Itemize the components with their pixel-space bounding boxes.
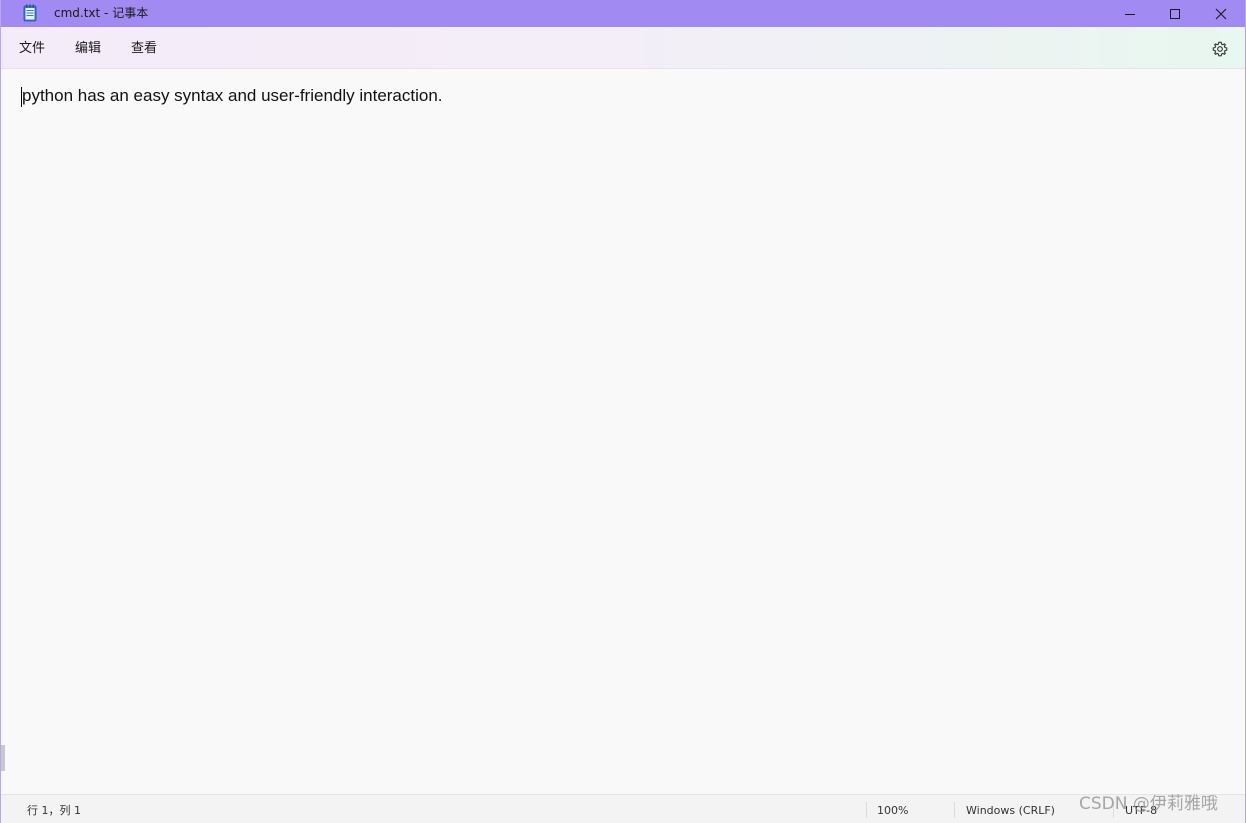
- status-divider: [954, 802, 955, 818]
- editor-content[interactable]: python has an easy syntax and user-frien…: [22, 86, 443, 106]
- status-line-ending[interactable]: Windows (CRLF): [966, 804, 1055, 818]
- text-editor[interactable]: python has an easy syntax and user-frien…: [1, 69, 1245, 793]
- minimize-icon: [1125, 13, 1135, 15]
- window-title: cmd.txt - 记事本: [54, 6, 149, 20]
- notepad-window: cmd.txt - 记事本 文件 编辑 查看 python has an eas…: [0, 0, 1246, 823]
- close-button[interactable]: [1198, 0, 1244, 27]
- minimize-button[interactable]: [1107, 0, 1153, 27]
- settings-button[interactable]: [1211, 40, 1229, 58]
- gear-icon: [1212, 41, 1228, 57]
- menu-file[interactable]: 文件: [19, 40, 45, 58]
- menu-bar: 文件 编辑 查看: [1, 27, 1245, 69]
- status-bar: 行 1，列 1 100% Windows (CRLF) UTF-8: [1, 794, 1245, 823]
- maximize-icon: [1170, 8, 1180, 19]
- menu-edit[interactable]: 编辑: [75, 40, 101, 58]
- watermark: CSDN @伊莉雅哦: [1079, 794, 1218, 814]
- status-zoom[interactable]: 100%: [877, 804, 908, 818]
- menu-view[interactable]: 查看: [131, 40, 157, 58]
- status-divider: [866, 802, 867, 818]
- maximize-button[interactable]: [1152, 0, 1198, 27]
- resize-grip[interactable]: [1, 745, 5, 771]
- status-cursor-position: 行 1，列 1: [27, 804, 81, 817]
- title-bar[interactable]: cmd.txt - 记事本: [1, 0, 1245, 27]
- close-icon: [1215, 8, 1227, 19]
- notepad-icon: [23, 4, 37, 22]
